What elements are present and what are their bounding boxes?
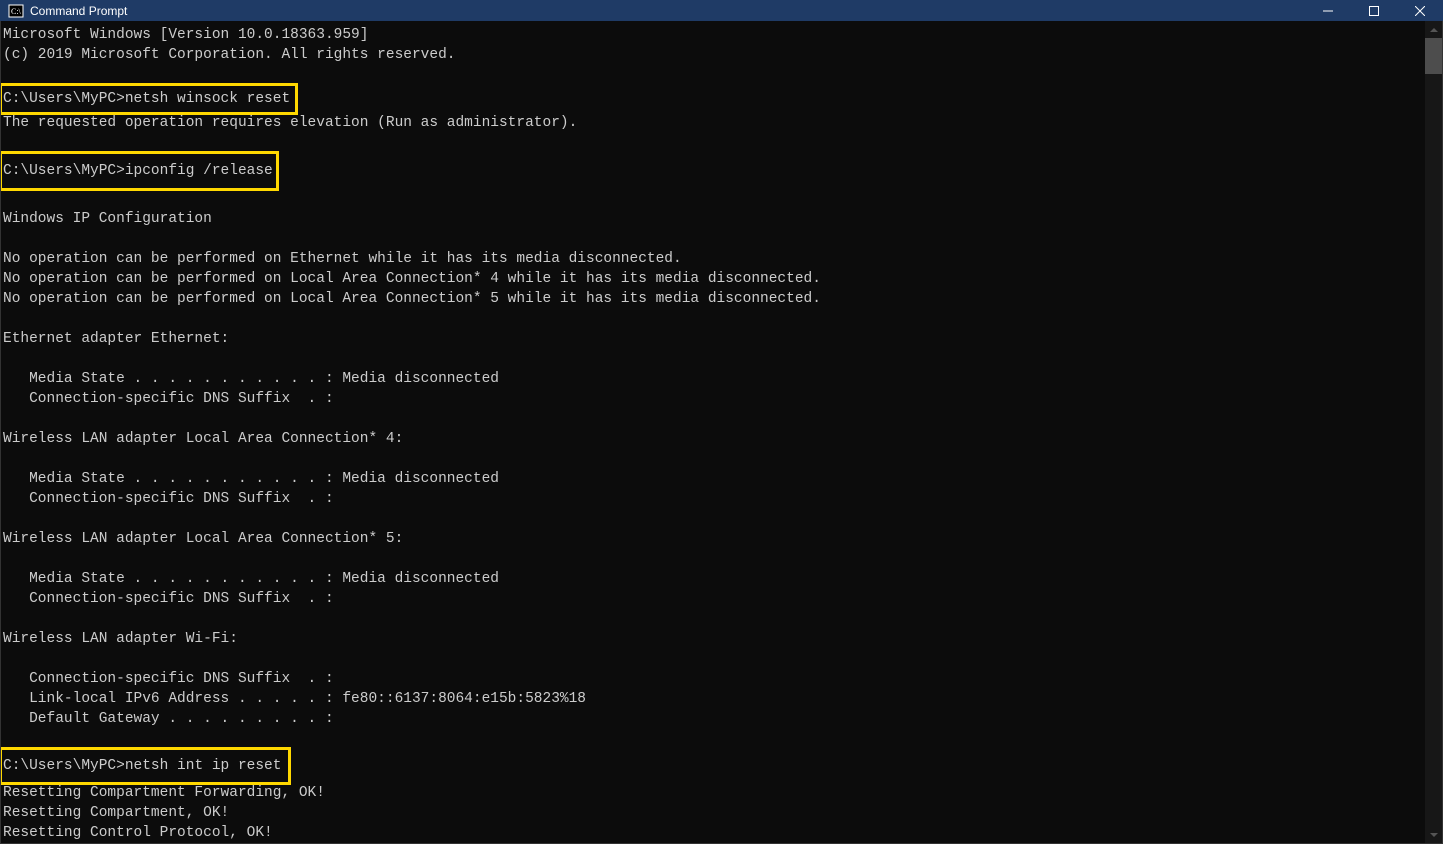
line: Connection-specific DNS Suffix . : xyxy=(3,491,334,507)
command-prompt-window: C:\ Command Prompt Microsoft Windows [Ve… xyxy=(0,0,1443,844)
line: Microsoft Windows [Version 10.0.18363.95… xyxy=(3,27,368,43)
chevron-up-icon xyxy=(1430,28,1438,32)
line: The requested operation requires elevati… xyxy=(3,115,577,131)
titlebar[interactable]: C:\ Command Prompt xyxy=(0,0,1443,21)
scrollbar-thumb[interactable] xyxy=(1425,38,1442,74)
line: Media State . . . . . . . . . . . : Medi… xyxy=(3,371,499,387)
prompt: C:\Users\MyPC> xyxy=(3,91,125,107)
line: Resetting Control Protocol, OK! xyxy=(3,825,273,841)
line: Resetting Compartment Forwarding, OK! xyxy=(3,785,325,801)
line: No operation can be performed on Etherne… xyxy=(3,251,682,267)
line: Default Gateway . . . . . . . . . : xyxy=(3,711,334,727)
line: Resetting Compartment, OK! xyxy=(3,805,229,821)
terminal-output[interactable]: Microsoft Windows [Version 10.0.18363.95… xyxy=(1,21,1425,843)
vertical-scrollbar[interactable] xyxy=(1425,21,1442,843)
line: Connection-specific DNS Suffix . : xyxy=(3,391,334,407)
command-text: ipconfig /release xyxy=(125,163,273,179)
cmd-icon: C:\ xyxy=(8,3,24,19)
line: Media State . . . . . . . . . . . : Medi… xyxy=(3,471,499,487)
prompt: C:\Users\MyPC> xyxy=(3,163,125,179)
line: Windows IP Configuration xyxy=(3,211,212,227)
line: No operation can be performed on Local A… xyxy=(3,291,821,307)
scrollbar-track[interactable] xyxy=(1425,38,1442,826)
line: No operation can be performed on Local A… xyxy=(3,271,821,287)
close-button[interactable] xyxy=(1397,0,1443,21)
scroll-down-button[interactable] xyxy=(1425,826,1442,843)
command-text: netsh winsock reset xyxy=(125,91,290,107)
highlight-cmd-netsh-int-ip: C:\Users\MyPC>netsh int ip reset xyxy=(1,749,289,783)
window-title: Command Prompt xyxy=(30,4,127,18)
line: (c) 2019 Microsoft Corporation. All righ… xyxy=(3,47,455,63)
prompt: C:\Users\MyPC> xyxy=(3,758,125,774)
line: Wireless LAN adapter Local Area Connecti… xyxy=(3,431,403,447)
content-area: Microsoft Windows [Version 10.0.18363.95… xyxy=(0,21,1443,844)
chevron-down-icon xyxy=(1430,833,1438,837)
line: Ethernet adapter Ethernet: xyxy=(3,331,229,347)
line: Media State . . . . . . . . . . . : Medi… xyxy=(3,571,499,587)
svg-text:C:\: C:\ xyxy=(11,7,22,16)
highlight-cmd-ipconfig-release: C:\Users\MyPC>ipconfig /release xyxy=(1,153,277,189)
line: Connection-specific DNS Suffix . : xyxy=(3,591,334,607)
line: Connection-specific DNS Suffix . : xyxy=(3,671,334,687)
line: Wireless LAN adapter Wi-Fi: xyxy=(3,631,238,647)
line: Link-local IPv6 Address . . . . . : fe80… xyxy=(3,691,586,707)
line: Wireless LAN adapter Local Area Connecti… xyxy=(3,531,403,547)
scroll-up-button[interactable] xyxy=(1425,21,1442,38)
titlebar-controls xyxy=(1305,0,1443,21)
maximize-button[interactable] xyxy=(1351,0,1397,21)
highlight-cmd-netsh-winsock: C:\Users\MyPC>netsh winsock reset xyxy=(1,85,296,113)
minimize-button[interactable] xyxy=(1305,0,1351,21)
command-text: netsh int ip reset xyxy=(125,758,282,774)
titlebar-left: C:\ Command Prompt xyxy=(0,3,127,19)
